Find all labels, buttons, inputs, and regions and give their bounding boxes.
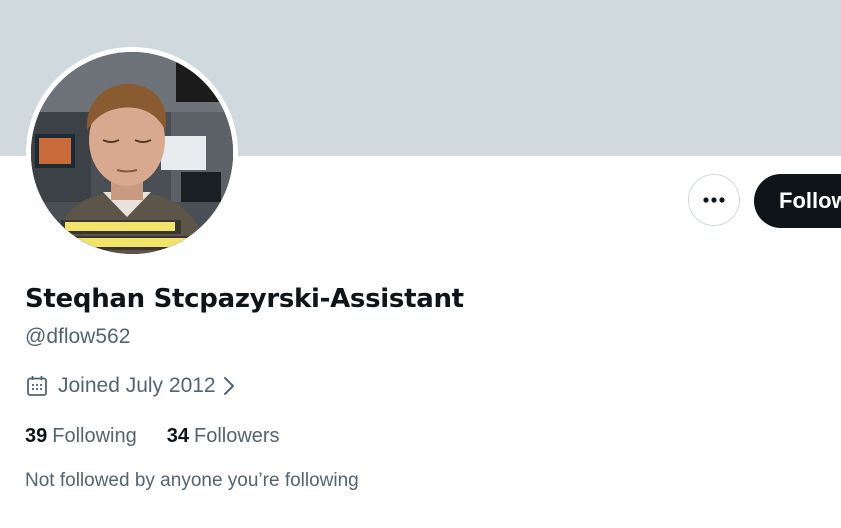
followers-link[interactable]: 34 Followers (167, 425, 280, 448)
following-label: Following (52, 425, 137, 447)
followed-by-note: Not followed by anyone you’re following (25, 470, 359, 491)
chevron-right-icon (223, 376, 235, 396)
joined-text: Joined July 2012 (58, 374, 216, 397)
follow-stats: 39 Following 34 Followers (25, 425, 280, 448)
following-count: 39 (25, 425, 48, 447)
followers-label: Followers (193, 425, 280, 447)
display-name: Steqhan Stcpazyrski-Assistant (25, 284, 464, 314)
avatar[interactable] (26, 47, 238, 259)
calendar-icon (25, 374, 49, 398)
more-icon (702, 191, 726, 209)
avatar-photo (31, 52, 233, 254)
username-handle: @dflow562 (25, 325, 131, 348)
more-button[interactable] (688, 174, 740, 226)
follow-button[interactable]: Follow (754, 174, 841, 228)
profile-page: Follow Steqhan Stcpazyrski-Assistant @df… (0, 0, 841, 528)
followers-count: 34 (166, 425, 189, 447)
joined-date[interactable]: Joined July 2012 (25, 372, 235, 400)
following-link[interactable]: 39 Following (25, 425, 137, 448)
